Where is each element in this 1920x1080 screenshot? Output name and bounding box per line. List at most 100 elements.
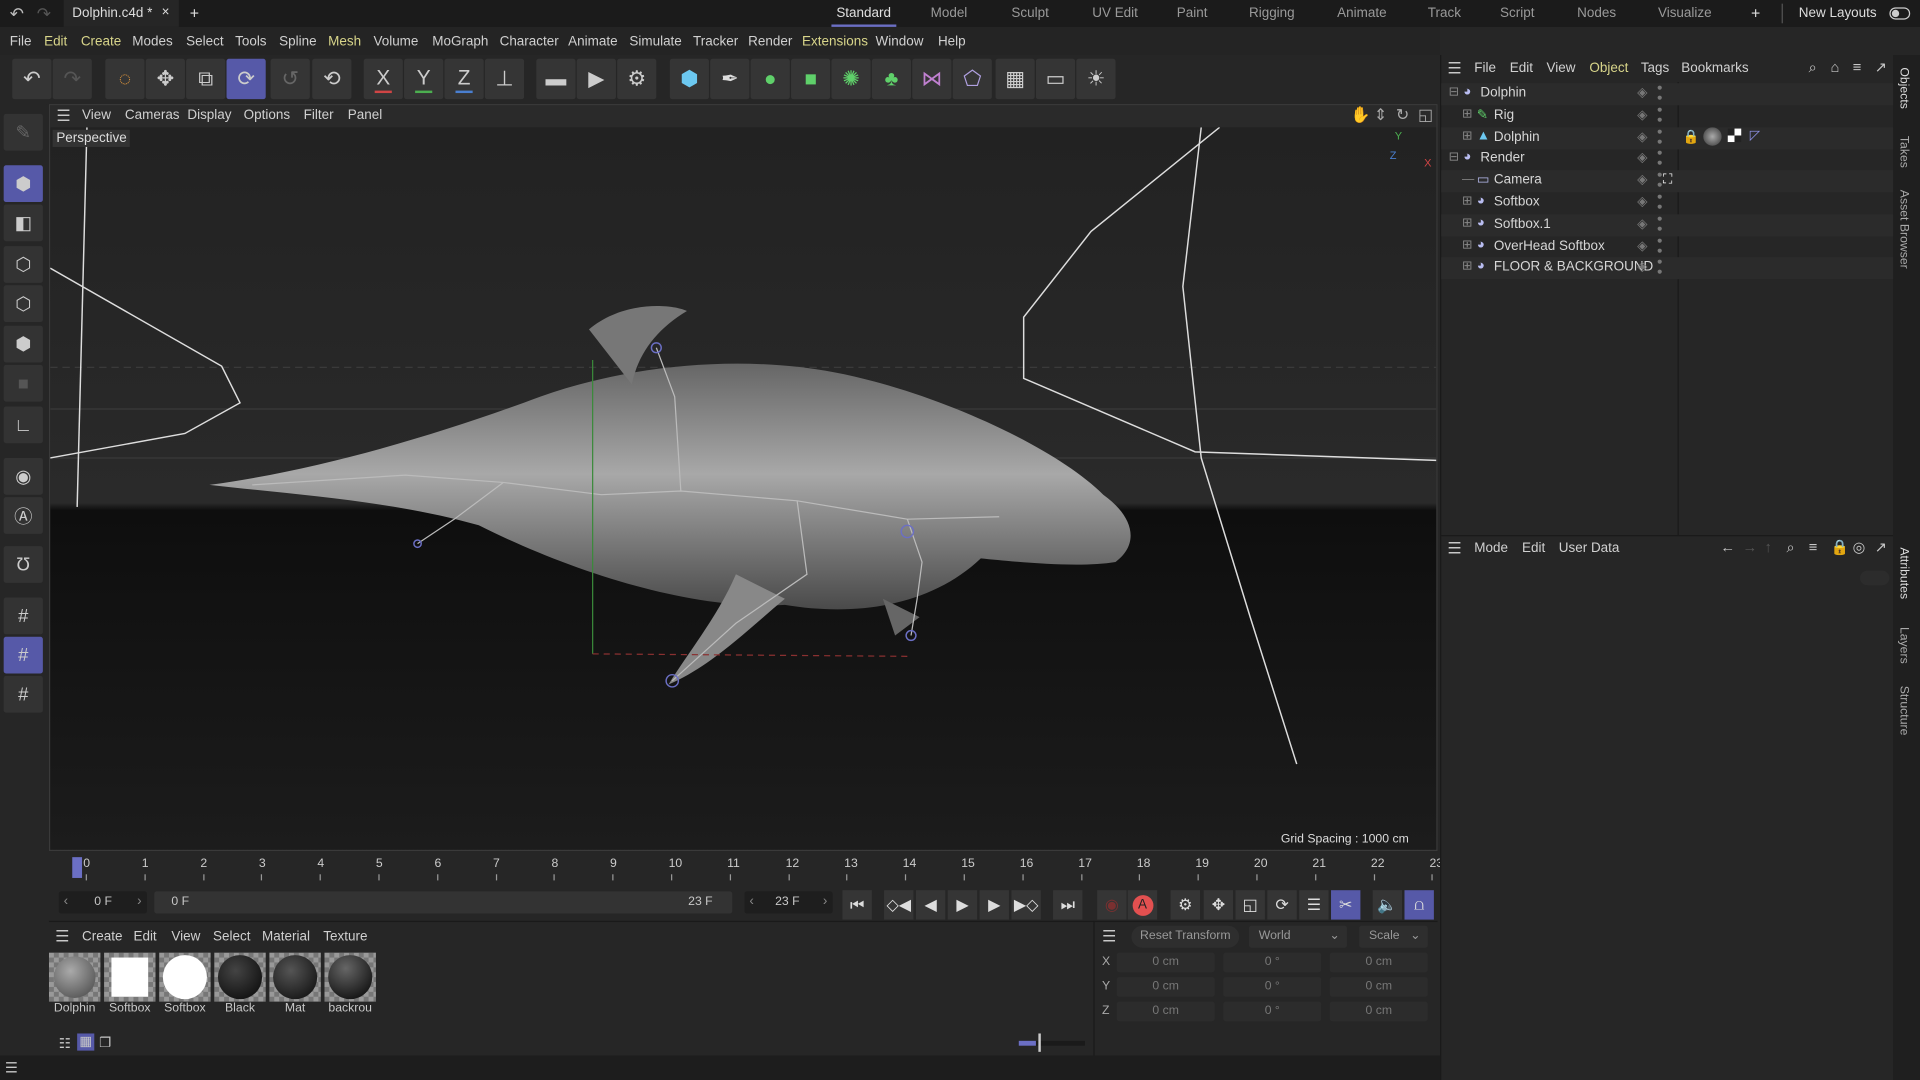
layout-tab-animate[interactable]: Animate — [1337, 6, 1386, 21]
position-field[interactable]: 0 cm — [1116, 952, 1215, 973]
layer-icon[interactable]: ◈ — [1637, 128, 1647, 144]
menu-simulate[interactable]: Simulate — [629, 34, 681, 49]
fracture-button[interactable]: ♣ — [871, 58, 912, 100]
expand-icon[interactable]: ⊞ — [1462, 108, 1472, 121]
auto-workplane-button[interactable]: # — [3, 675, 43, 713]
frame-range-slider[interactable]: 0 F 23 F — [154, 891, 733, 914]
material-dolphin[interactable] — [48, 952, 101, 1002]
hamburger-icon[interactable]: ☰ — [55, 927, 69, 947]
recent-tool-button[interactable]: ↺ — [270, 58, 310, 100]
play-button[interactable]: ▶ — [947, 890, 978, 920]
edges-mode-button[interactable]: ⬡ — [3, 285, 43, 323]
visibility-dots-icon[interactable]: ● ● — [1657, 257, 1663, 278]
menu-select[interactable]: Select — [186, 34, 223, 49]
polygons-mode-button[interactable]: ⬢ — [3, 325, 43, 363]
next-frame-button[interactable]: ▶ — [979, 890, 1009, 920]
attributes-menu-edit[interactable]: Edit — [1522, 541, 1545, 556]
pen-button[interactable]: ✒ — [710, 58, 750, 100]
solo-button[interactable]: ◉ — [3, 457, 43, 495]
objects-menu-file[interactable]: File — [1474, 61, 1496, 76]
rotation-field[interactable]: 0 ° — [1223, 952, 1322, 973]
expand-icon[interactable]: ⊟ — [1449, 151, 1459, 164]
record-keys-button[interactable]: ◉ — [1097, 890, 1127, 920]
layer-icon[interactable]: ◈ — [1637, 150, 1647, 166]
object-row[interactable]: ⊞ ▲ Dolphin ◈ ● ● — [1441, 126, 1895, 149]
key-parameter-button[interactable]: ☰ — [1299, 890, 1329, 920]
autokey-button[interactable]: A — [1127, 890, 1158, 920]
uv-mode-button[interactable]: ■ — [3, 364, 43, 402]
material-menu-select[interactable]: Select — [213, 929, 250, 944]
go-to-end-button[interactable]: ⏭ — [1053, 890, 1083, 920]
new-window-icon[interactable]: ↗ — [1875, 59, 1887, 76]
rotation-field[interactable]: 0 ° — [1223, 1001, 1322, 1022]
hamburger-icon[interactable]: ☰ — [1102, 927, 1116, 947]
texture-tag-icon[interactable] — [1727, 128, 1742, 143]
hamburger-icon[interactable]: ☰ — [5, 1059, 18, 1076]
camera-target-tag-icon[interactable]: ⛶ — [1663, 173, 1672, 189]
object-row[interactable]: ⊟ ◕ Dolphin ◈ ● ● — [1441, 83, 1895, 106]
layer-icon[interactable]: ◈ — [1637, 259, 1647, 275]
menu-create[interactable]: Create — [81, 34, 121, 49]
orbit-icon[interactable]: ↻ — [1396, 105, 1409, 125]
objects-menu-edit[interactable]: Edit — [1510, 61, 1533, 76]
layout-tab-track[interactable]: Track — [1428, 6, 1461, 21]
material-tag-icon[interactable] — [1703, 127, 1722, 146]
z-axis-button[interactable]: Z — [444, 58, 484, 100]
live-selection-button[interactable]: ◌ — [105, 58, 145, 100]
new-tab-button[interactable]: + — [190, 4, 199, 22]
viewport-menu-cameras[interactable]: Cameras — [125, 108, 180, 123]
material-softbox[interactable] — [104, 952, 156, 1002]
filter-icon[interactable]: ≡ — [1809, 539, 1818, 556]
up-arrow-icon[interactable]: ↑ — [1764, 539, 1771, 556]
layout-tab-script[interactable]: Script — [1500, 6, 1534, 21]
layout-tab-paint[interactable]: Paint — [1177, 6, 1208, 21]
attribute-toggle[interactable] — [1860, 570, 1890, 586]
rotation-field[interactable]: 0 ° — [1223, 977, 1322, 997]
redo-button[interactable]: ↷ — [52, 58, 92, 100]
objects-menu-view[interactable]: View — [1547, 61, 1576, 76]
slider-handle[interactable] — [1038, 1033, 1041, 1052]
material-menu-view[interactable]: View — [171, 929, 200, 944]
scale-field[interactable]: 0 cm — [1329, 1001, 1428, 1022]
side-tab-takes[interactable]: Takes — [1897, 136, 1910, 168]
current-frame-field[interactable]: ‹ 0 F › — [58, 891, 147, 914]
floor-button[interactable]: ▦ — [995, 58, 1035, 100]
material-black[interactable] — [214, 952, 266, 1002]
menu-mesh[interactable]: Mesh — [328, 34, 361, 49]
search-icon[interactable]: ⌕ — [1809, 59, 1817, 77]
key-rotation-button[interactable]: ⟳ — [1267, 890, 1297, 920]
viewport-menu-view[interactable]: View — [82, 108, 111, 123]
menu-window[interactable]: Window — [876, 34, 924, 49]
pan-hand-icon[interactable]: ✋ — [1351, 105, 1371, 125]
layer-icon[interactable]: ◈ — [1637, 237, 1647, 253]
visibility-dots-icon[interactable]: ● ● — [1657, 83, 1663, 103]
layout-tab-model[interactable]: Model — [931, 6, 968, 21]
material-menu-create[interactable]: Create — [82, 929, 122, 944]
menu-tools[interactable]: Tools — [235, 34, 266, 49]
field-button[interactable]: ⬠ — [952, 58, 992, 100]
objects-menu-bookmarks[interactable]: Bookmarks — [1681, 61, 1748, 76]
hamburger-icon[interactable]: ☰ — [1447, 539, 1461, 559]
keyframe-settings-button[interactable]: ⚙ — [1170, 890, 1201, 920]
material-softbox-2[interactable] — [159, 952, 211, 1002]
layer-icon[interactable]: ◈ — [1637, 215, 1647, 231]
scale-field[interactable]: 0 cm — [1329, 952, 1428, 973]
viewport-menu-panel[interactable]: Panel — [348, 108, 382, 123]
render-view-button[interactable]: ▬ — [536, 58, 576, 100]
next-key-button[interactable]: ▶◇ — [1011, 890, 1041, 920]
material-background[interactable] — [324, 952, 376, 1002]
toggle-switch[interactable] — [1889, 7, 1911, 20]
visibility-dots-icon[interactable]: ● ● — [1657, 192, 1663, 212]
previous-key-button[interactable]: ◇◀ — [884, 890, 914, 920]
phong-tag-icon[interactable]: ◸ — [1750, 127, 1760, 144]
expand-icon[interactable]: ⊞ — [1462, 238, 1472, 251]
subdivision-button[interactable]: ● — [750, 58, 790, 100]
axis-mode-button[interactable]: ∟ — [3, 406, 43, 444]
end-frame-field[interactable]: ‹ 23 F › — [744, 891, 833, 914]
visibility-dots-icon[interactable]: ● ● — [1657, 126, 1663, 147]
deformer-button[interactable]: ⋈ — [912, 58, 952, 100]
viewport-menu-display[interactable]: Display — [187, 108, 231, 123]
close-tab-icon[interactable]: × — [162, 5, 170, 20]
x-axis-button[interactable]: X — [363, 58, 403, 100]
undo-button[interactable]: ↶ — [12, 58, 52, 100]
